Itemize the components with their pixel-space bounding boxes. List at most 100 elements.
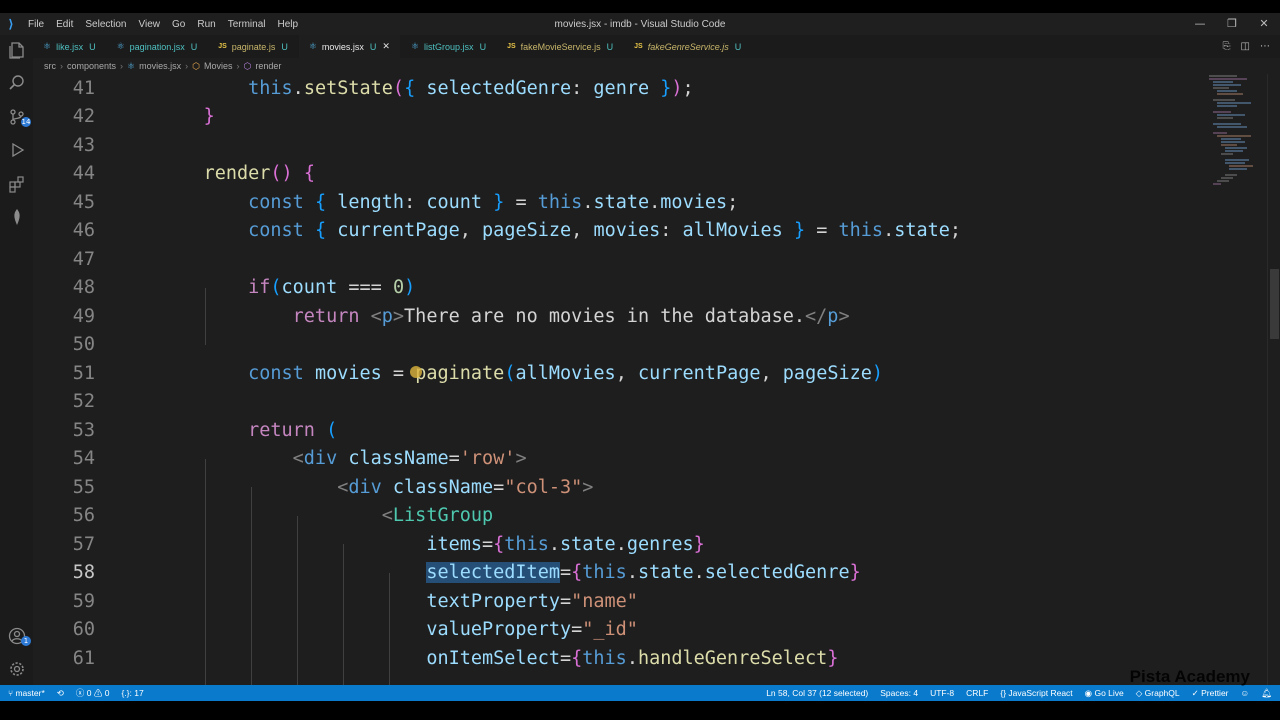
- code-line: 50: [72, 334, 95, 356]
- code-editor[interactable]: 41 this.setState({ selectedGenre: genre …: [33, 74, 1207, 685]
- react-file-icon: ⚛: [43, 41, 52, 51]
- menu-go[interactable]: Go: [166, 19, 191, 30]
- graphql-status[interactable]: ◇ GraphQL: [1136, 688, 1180, 699]
- chevron-right-icon: ›: [185, 61, 189, 71]
- code-line: 46 const { currentPage, pageSize, movies…: [72, 220, 962, 242]
- restore-icon[interactable]: ❐: [1216, 13, 1248, 35]
- close-window-icon[interactable]: ✕: [1248, 13, 1280, 35]
- line-endings[interactable]: CRLF: [966, 688, 988, 698]
- vertical-scrollbar[interactable]: [1267, 74, 1280, 685]
- check-icon: ✓: [1191, 687, 1202, 698]
- code-line: 56 <ListGroup: [72, 505, 494, 527]
- title-bar: ⟩ File Edit Selection View Go Run Termin…: [0, 13, 1280, 35]
- editor-tab-bar: ⚛ like.jsx U ⚛ pagination.jsx U JS pagin…: [33, 35, 1280, 58]
- code-line: 52: [72, 391, 95, 413]
- minimize-icon[interactable]: —: [1184, 13, 1216, 35]
- close-tab-icon[interactable]: ✕: [382, 41, 390, 52]
- notifications-bell-icon[interactable]: 🔔︎: [1261, 688, 1272, 699]
- cursor-position[interactable]: Ln 58, Col 37 (12 selected): [766, 688, 868, 698]
- account-badge: 1: [21, 636, 31, 646]
- tab-paginate-js[interactable]: JS paginate.js U: [208, 35, 299, 58]
- settings-gear-icon[interactable]: [6, 658, 28, 680]
- position-hint[interactable]: {.}: 17: [121, 688, 143, 698]
- vscode-logo-icon: ⟩: [8, 17, 14, 31]
- file-encoding[interactable]: UTF-8: [930, 688, 954, 698]
- sync-icon[interactable]: ⟲: [57, 688, 64, 699]
- letterbox-bottom: [0, 701, 1280, 720]
- source-control-icon[interactable]: 14: [6, 106, 31, 128]
- method-symbol-icon: ⬡: [243, 60, 252, 71]
- js-file-icon: JS: [218, 43, 227, 50]
- tab-fakegenreservice-js[interactable]: JS fakeGenreService.js U: [624, 35, 753, 58]
- code-line: 61 onItemSelect={this.handleGenreSelect}: [72, 647, 839, 669]
- code-line: 42 }: [72, 106, 215, 128]
- code-line: 48 if(count === 0): [72, 277, 416, 299]
- js-file-icon: JS: [634, 43, 643, 50]
- go-live-button[interactable]: ◉ Go Live: [1085, 688, 1124, 699]
- menu-help[interactable]: Help: [272, 19, 305, 30]
- code-line: 43: [72, 134, 95, 156]
- graphql-icon: ◇: [1135, 687, 1145, 698]
- code-line: 45 const { length: count } = this.state.…: [72, 191, 739, 213]
- account-icon[interactable]: 1: [6, 625, 31, 647]
- menu-file[interactable]: File: [22, 19, 50, 30]
- problems-indicator[interactable]: ⓧ 0 ⚠ 0: [76, 687, 110, 699]
- code-line: 60 valueProperty="_id": [72, 619, 638, 641]
- breadcrumb-components[interactable]: components: [67, 61, 116, 71]
- split-editor-icon[interactable]: ◫: [1241, 41, 1250, 52]
- breadcrumb-file[interactable]: movies.jsx: [139, 61, 181, 71]
- run-debug-icon[interactable]: [6, 139, 28, 161]
- search-icon[interactable]: [6, 72, 28, 94]
- chevron-right-icon: ›: [120, 61, 124, 71]
- breadcrumb-method[interactable]: render: [255, 61, 281, 71]
- watermark: Pista Academy: [1129, 667, 1250, 686]
- window-controls: — ❐ ✕: [1184, 13, 1280, 35]
- mouse-pointer: [410, 366, 422, 378]
- mongodb-icon[interactable]: [6, 206, 28, 228]
- code-line: 51 const movies = paginate(allMovies, cu…: [72, 362, 884, 384]
- tab-like-jsx[interactable]: ⚛ like.jsx U: [33, 35, 107, 58]
- react-file-icon: ⚛: [116, 41, 125, 51]
- code-line-active: 58 selectedItem={this.state.selectedGenr…: [72, 562, 861, 584]
- more-actions-icon[interactable]: ⋯: [1260, 41, 1270, 52]
- code-line: 41 this.setState({ selectedGenre: genre …: [72, 77, 694, 99]
- react-file-icon: ⚛: [410, 41, 420, 51]
- chevron-right-icon: ›: [236, 61, 240, 71]
- extensions-icon[interactable]: [6, 173, 28, 195]
- code-line: 57 items={this.state.genres}: [72, 533, 705, 555]
- breadcrumb: src › components › ⚛ movies.jsx › ⬡ Movi…: [33, 58, 1280, 74]
- js-file-icon: JS: [507, 43, 516, 50]
- react-file-icon: ⚛: [127, 60, 136, 71]
- breadcrumb-class[interactable]: Movies: [204, 61, 233, 71]
- tab-pagination-jsx[interactable]: ⚛ pagination.jsx U: [107, 35, 209, 58]
- menu-terminal[interactable]: Terminal: [222, 19, 272, 30]
- editor-actions: ⎘ ◫ ⋯: [1223, 35, 1280, 58]
- language-mode[interactable]: {} JavaScript React: [1000, 688, 1072, 698]
- code-line: 44 render() {: [72, 163, 315, 185]
- code-line: 47: [72, 248, 95, 270]
- warning-icon: ⚠: [93, 688, 105, 698]
- tab-listgroup-jsx[interactable]: ⚛ listGroup.jsx U: [401, 35, 498, 58]
- status-bar: ⑂ master* ⟲ ⓧ 0 ⚠ 0 {.}: 17 Ln 58, Col 3…: [0, 685, 1280, 701]
- scrollbar-thumb[interactable]: [1270, 269, 1279, 339]
- chevron-right-icon: ›: [60, 61, 63, 71]
- indentation[interactable]: Spaces: 4: [880, 688, 918, 698]
- tab-fakemovieservice-js[interactable]: JS fakeMovieService.js U: [497, 35, 625, 58]
- git-branch[interactable]: ⑂ master*: [8, 688, 45, 698]
- explorer-icon[interactable]: [6, 39, 28, 61]
- compare-changes-icon[interactable]: ⎘: [1223, 41, 1231, 52]
- menu-edit[interactable]: Edit: [50, 19, 79, 30]
- tab-movies-jsx[interactable]: ⚛ movies.jsx U ✕: [298, 35, 401, 58]
- minimap[interactable]: [1207, 74, 1267, 685]
- menu-run[interactable]: Run: [191, 19, 221, 30]
- breadcrumb-src[interactable]: src: [44, 61, 56, 71]
- menu-view[interactable]: View: [133, 19, 167, 30]
- error-icon: ⓧ: [75, 688, 87, 698]
- menu-bar: File Edit Selection View Go Run Terminal…: [22, 19, 304, 30]
- feedback-icon[interactable]: ☺: [1241, 688, 1250, 698]
- menu-selection[interactable]: Selection: [79, 19, 132, 30]
- code-line: 53 return (: [72, 419, 338, 441]
- prettier-status[interactable]: ✓ Prettier: [1192, 688, 1229, 699]
- code-line: 59 textProperty="name": [72, 590, 638, 612]
- source-control-badge: 14: [21, 117, 31, 127]
